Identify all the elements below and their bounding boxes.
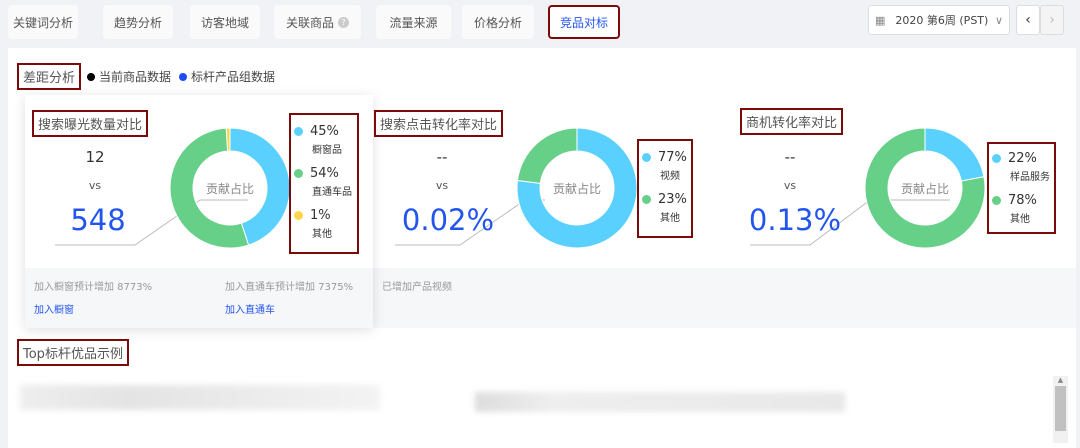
current-value: -- (784, 148, 796, 166)
add-p4p-link[interactable]: 加入直通车 (225, 301, 275, 316)
pct: 1% (310, 207, 331, 223)
donut-slice-样品服务 (924, 127, 985, 182)
current-value: -- (436, 148, 448, 166)
blurred-product-image (20, 385, 380, 410)
pct: 23% (658, 191, 687, 207)
dot-icon (642, 152, 651, 162)
legend-item: 22% (992, 148, 1054, 168)
legend-label: 其他 (660, 213, 680, 224)
legend-label: 视频 (660, 171, 680, 182)
footer-text: 加入直通车预计增加 7375% (225, 282, 354, 293)
legend-item: 78% (992, 190, 1054, 210)
add-showcase-link[interactable]: 加入橱窗 (34, 301, 74, 316)
legend-label: 其他 (1010, 214, 1030, 225)
card-title: 搜索点击转化率对比 (374, 110, 504, 137)
scrollbar[interactable]: ▲ (1053, 376, 1068, 443)
top-products-title: Top标杆优品示例 (17, 339, 129, 366)
pct: 78% (1008, 192, 1037, 208)
footer-text: 已增加产品视频 (382, 282, 452, 293)
vs-label: vs (435, 179, 449, 192)
pct: 54% (310, 165, 339, 181)
pct: 22% (1008, 150, 1037, 166)
pct: 45% (310, 123, 339, 139)
legend-item: 45% (294, 121, 357, 141)
dot-icon (992, 195, 1001, 205)
legend-item: 1% (294, 205, 357, 225)
legend-item: 23% (642, 189, 691, 209)
legend-label: 橱窗品 (312, 145, 342, 156)
benchmark-value: 0.02% (401, 203, 495, 237)
donut-center-label: 贡献占比 (900, 182, 949, 196)
card-title: 商机转化率对比 (740, 108, 844, 135)
donut-slice-其他 (516, 127, 578, 184)
benchmark-value: 0.13% (748, 203, 842, 237)
dot-icon (294, 168, 303, 178)
blurred-product-info (475, 392, 845, 412)
pct: 77% (658, 149, 687, 165)
scrollbar-thumb[interactable] (1055, 386, 1066, 431)
dot-icon (642, 194, 651, 204)
legend-label: 样品服务 (1010, 172, 1050, 183)
donut-center-label: 贡献占比 (205, 182, 254, 196)
legend-label: 直通车品 (312, 187, 352, 198)
donut-legend: 45% 橱窗品 54% 直通车品 1% 其他 (289, 113, 359, 254)
dot-icon (992, 153, 1001, 163)
footer-text: 加入橱窗预计增加 8773% (34, 282, 153, 293)
donut-legend: 22% 样品服务 78% 其他 (987, 142, 1056, 234)
legend-item: 54% (294, 163, 357, 183)
donut-center-label: 贡献占比 (552, 182, 601, 196)
vs-label: vs (783, 179, 797, 192)
dot-icon (294, 210, 303, 220)
scroll-up-icon[interactable]: ▲ (1053, 376, 1068, 384)
legend-item: 77% (642, 147, 691, 167)
legend-label: 其他 (312, 229, 332, 240)
donut-legend: 77% 视频 23% 其他 (637, 139, 693, 238)
dot-icon (294, 126, 303, 136)
